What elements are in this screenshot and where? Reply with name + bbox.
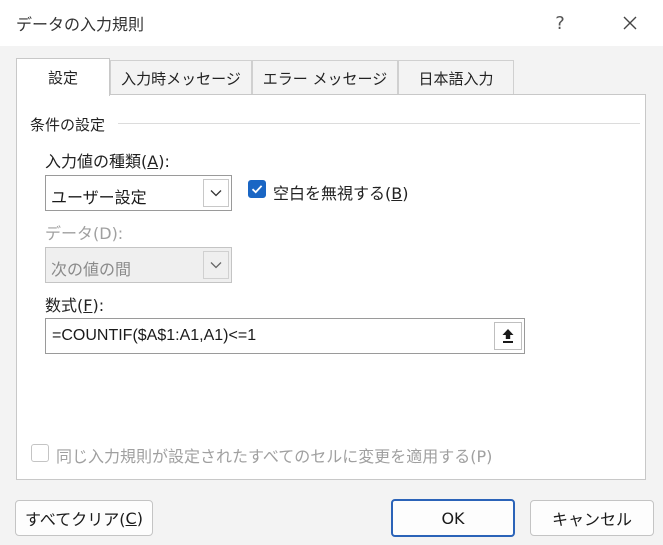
allow-dropdown-button[interactable]: [203, 179, 229, 207]
close-icon: [623, 16, 637, 30]
allow-value: ユーザー設定: [51, 188, 147, 207]
collapse-dialog-button[interactable]: [494, 322, 522, 350]
criteria-group-label: 条件の設定: [30, 114, 112, 135]
title-bar: データの入力規則 ?: [0, 0, 663, 46]
data-label: データ(D):: [45, 224, 124, 243]
cancel-button[interactable]: キャンセル: [530, 500, 654, 536]
dialog-title: データの入力規則: [16, 15, 145, 34]
tab-strip: 設定 入力時メッセージ エラー メッセージ 日本語入力: [16, 58, 514, 96]
data-validation-dialog: データの入力規則 ? 設定 入力時メッセージ エラー メッセージ 日本語入力 条…: [0, 0, 663, 545]
data-select: 次の値の間: [45, 247, 232, 283]
group-divider: [118, 123, 640, 124]
formula-value[interactable]: =COUNTIF($A$1:A1,A1)<=1: [52, 327, 256, 345]
tab-settings[interactable]: 設定: [16, 58, 110, 96]
tab-input-message[interactable]: 入力時メッセージ: [110, 60, 252, 95]
formula-label: 数式(F):: [45, 296, 105, 315]
allow-label: 入力値の種類(A):: [45, 152, 170, 171]
chevron-down-icon: [210, 190, 222, 197]
data-value: 次の値の間: [51, 260, 132, 279]
chevron-down-icon: [210, 262, 222, 269]
close-button[interactable]: [610, 7, 650, 39]
ignore-blank-checkbox[interactable]: [248, 180, 266, 198]
apply-all-checkbox: [31, 444, 49, 462]
collapse-dialog-icon: [502, 329, 514, 343]
tab-error-message[interactable]: エラー メッセージ: [252, 60, 398, 95]
ignore-blank-label[interactable]: 空白を無視する(B): [273, 180, 408, 204]
data-dropdown-button: [203, 251, 229, 279]
tab-ime[interactable]: 日本語入力: [398, 60, 514, 95]
apply-all-label: 同じ入力規則が設定されたすべてのセルに変更を適用する(P): [56, 447, 493, 466]
clear-all-button[interactable]: すべてクリア(C): [15, 500, 153, 536]
check-icon: [251, 185, 263, 194]
allow-select[interactable]: ユーザー設定: [45, 175, 232, 211]
formula-input[interactable]: =COUNTIF($A$1:A1,A1)<=1: [45, 318, 525, 354]
ok-button[interactable]: OK: [391, 499, 515, 537]
help-button[interactable]: ?: [540, 7, 580, 39]
